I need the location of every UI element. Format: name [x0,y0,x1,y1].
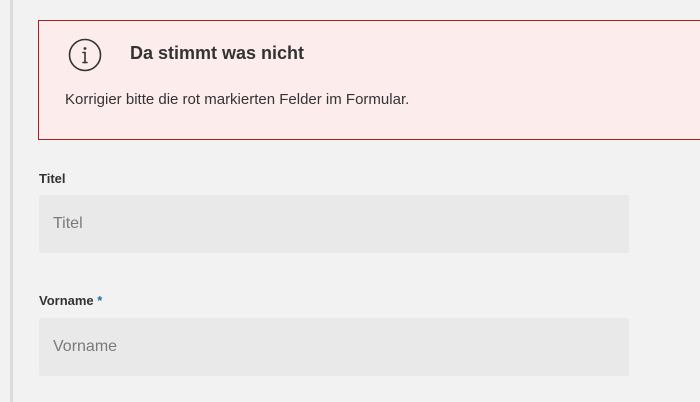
form-page: Da stimmt was nicht Korrigier bitte die … [0,0,700,402]
content-left-border [10,0,13,402]
vorname-label-text: Vorname [39,293,94,308]
vorname-input[interactable] [39,318,629,376]
error-banner: Da stimmt was nicht Korrigier bitte die … [38,20,700,140]
titel-input[interactable] [39,195,629,253]
vorname-required-marker: * [97,293,103,308]
info-icon [68,38,102,72]
vorname-label: Vorname * [39,293,102,308]
titel-label-text: Titel [39,171,66,186]
error-message: Korrigier bitte die rot markierten Felde… [65,91,410,108]
titel-label: Titel [39,171,66,186]
error-title: Da stimmt was nicht [130,43,305,63]
